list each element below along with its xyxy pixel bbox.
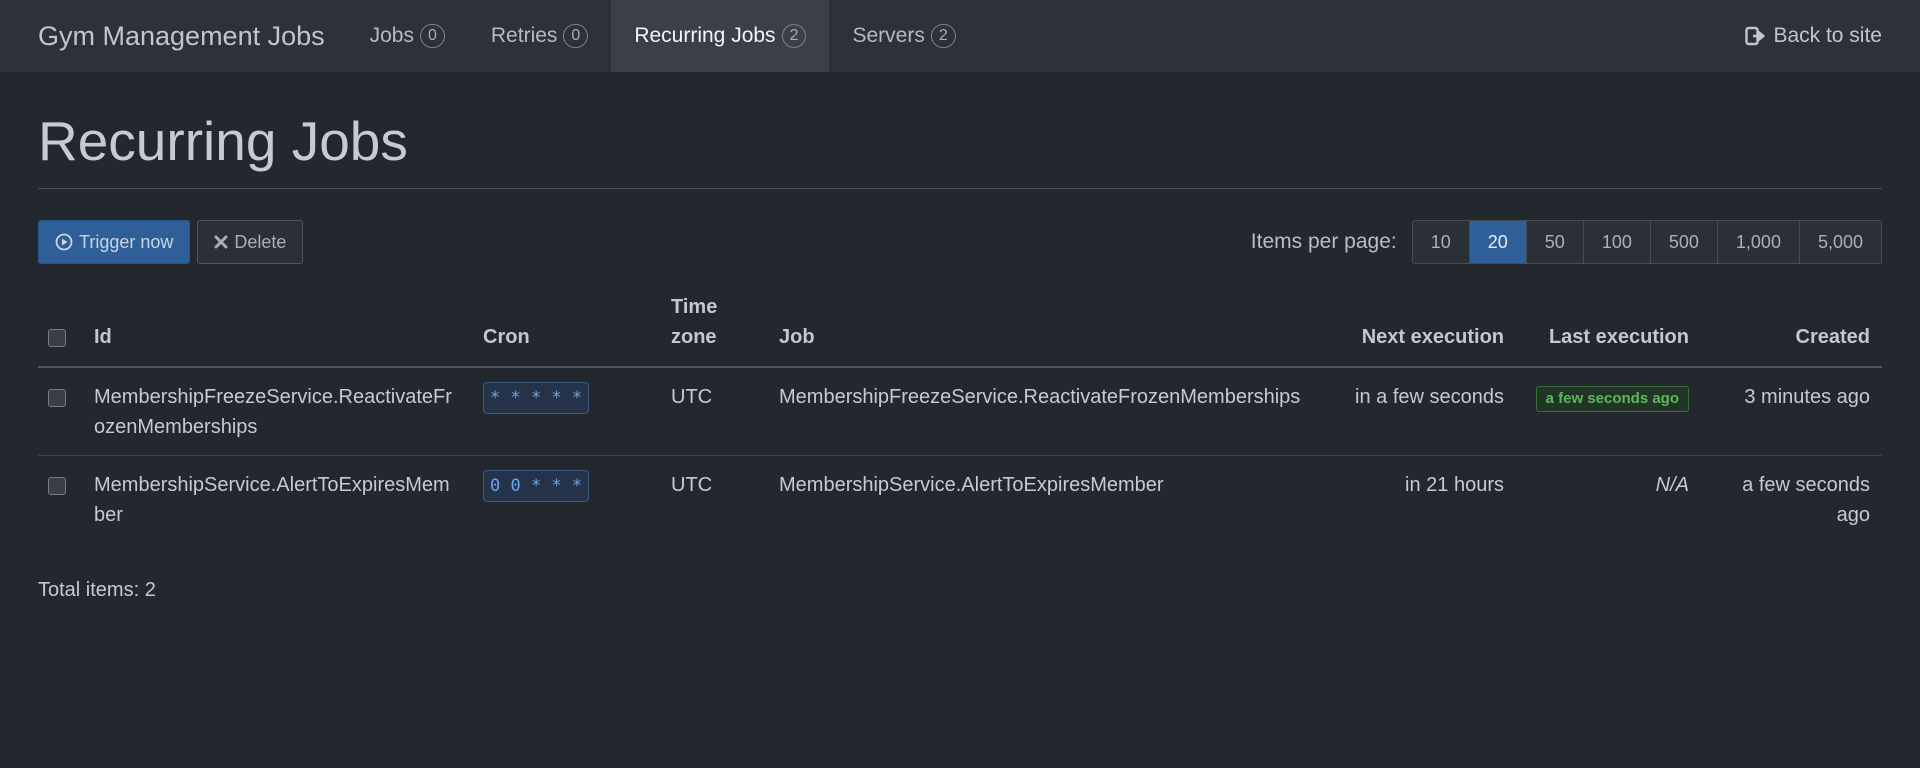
last-execution-badge[interactable]: a few seconds ago [1535, 386, 1689, 412]
delete-button[interactable]: Delete [197, 220, 304, 264]
main-content: Recurring Jobs Trigger now Delete Items … [0, 72, 1920, 602]
timezone-cell: UTC [671, 474, 713, 496]
count-badge: 0 [419, 24, 445, 48]
nav-item-recurring-jobs[interactable]: Recurring Jobs 2 [611, 0, 830, 72]
last-execution-na: N/A [1655, 474, 1689, 496]
row-checkbox[interactable] [48, 476, 66, 495]
select-all-checkbox[interactable] [48, 328, 66, 347]
header-created[interactable]: Created [1701, 292, 1882, 368]
nav-item-retries[interactable]: Retries 0 [468, 0, 611, 72]
table-row[interactable]: MembershipService.AlertToExpiresMember 0… [38, 456, 1882, 544]
page-title: Recurring Jobs [38, 72, 1882, 189]
row-checkbox[interactable] [48, 388, 66, 407]
per-page-label: Items per page: [1250, 230, 1397, 253]
per-page-selector: 10 20 50 100 500 1,000 5,000 [1411, 220, 1882, 264]
trigger-now-label: Trigger now [79, 231, 174, 252]
cron-cell: * * * * * [471, 367, 659, 456]
nav-item-label: Jobs [369, 24, 414, 47]
header-job[interactable]: Job [767, 292, 1330, 368]
per-page-option-20[interactable]: 20 [1468, 221, 1526, 263]
close-icon [214, 235, 228, 249]
back-to-site-link[interactable]: Back to site [1745, 0, 1882, 72]
sign-out-icon [1745, 26, 1766, 46]
nav-item-servers[interactable]: Servers 2 [829, 0, 978, 72]
per-page-option-1000[interactable]: 1,000 [1716, 221, 1799, 263]
row-select-cell [38, 367, 82, 456]
row-select-cell [38, 456, 82, 544]
per-page-option-50[interactable]: 50 [1525, 221, 1583, 263]
per-page-option-5000[interactable]: 5,000 [1798, 221, 1881, 263]
header-cron[interactable]: Cron [471, 292, 659, 368]
nav-item-jobs[interactable]: Jobs 0 [347, 0, 468, 72]
job-id: MembershipFreezeService.ReactivateFrozen… [82, 367, 471, 456]
cron-expression: 0 0 * * * [483, 470, 590, 502]
per-page-option-100[interactable]: 100 [1582, 221, 1650, 263]
created-cell: 3 minutes ago [1701, 367, 1882, 456]
play-circle-icon [55, 233, 73, 251]
count-badge: 2 [781, 24, 807, 48]
cron-cell: 0 0 * * * [471, 456, 659, 544]
total-items: Total items: 2 [38, 579, 156, 601]
per-page-option-500[interactable]: 500 [1649, 221, 1717, 263]
last-execution-cell: a few seconds ago [1516, 367, 1701, 456]
count-badge: 2 [930, 24, 956, 48]
header-timezone[interactable]: Time zone [659, 292, 767, 368]
header-next-execution[interactable]: Next execution [1330, 292, 1516, 368]
brand-title[interactable]: Gym Management Jobs [38, 0, 325, 72]
created-cell: a few seconds ago [1742, 474, 1870, 526]
toolbar: Trigger now Delete Items per page: 10 20… [38, 220, 1882, 264]
back-to-site-label: Back to site [1773, 24, 1882, 47]
table-row[interactable]: MembershipFreezeService.ReactivateFrozen… [38, 367, 1882, 456]
header-last-execution[interactable]: Last execution [1516, 292, 1701, 368]
job-name: MembershipFreezeService.ReactivateFrozen… [767, 367, 1330, 456]
count-badge: 0 [563, 24, 589, 48]
top-navbar: Gym Management Jobs Jobs 0 Retries 0 Rec… [0, 0, 1920, 72]
cron-expression: * * * * * [483, 382, 590, 414]
recurring-jobs-table: Id Cron Time zone Job Next execution Las… [38, 292, 1882, 543]
select-all-cell [38, 292, 82, 368]
trigger-now-button[interactable]: Trigger now [38, 220, 191, 264]
job-name: MembershipService.AlertToExpiresMember [779, 474, 1164, 496]
nav-item-label: Recurring Jobs [634, 24, 776, 47]
header-id[interactable]: Id [82, 292, 471, 368]
timezone-cell: UTC [659, 367, 767, 456]
delete-label: Delete [234, 231, 287, 252]
main-nav: Jobs 0 Retries 0 Recurring Jobs 2 Server… [347, 0, 979, 72]
nav-item-label: Retries [490, 24, 558, 47]
items-per-page: Items per page: 10 20 50 100 500 1,000 5… [1251, 220, 1882, 264]
next-execution: in 21 hours [1405, 474, 1504, 496]
nav-item-label: Servers [852, 24, 925, 47]
job-id: MembershipService.AlertToExpiresMember [94, 474, 450, 526]
table-header-row: Id Cron Time zone Job Next execution Las… [38, 292, 1882, 368]
per-page-option-10[interactable]: 10 [1412, 221, 1469, 263]
next-execution: in a few seconds [1330, 367, 1516, 456]
